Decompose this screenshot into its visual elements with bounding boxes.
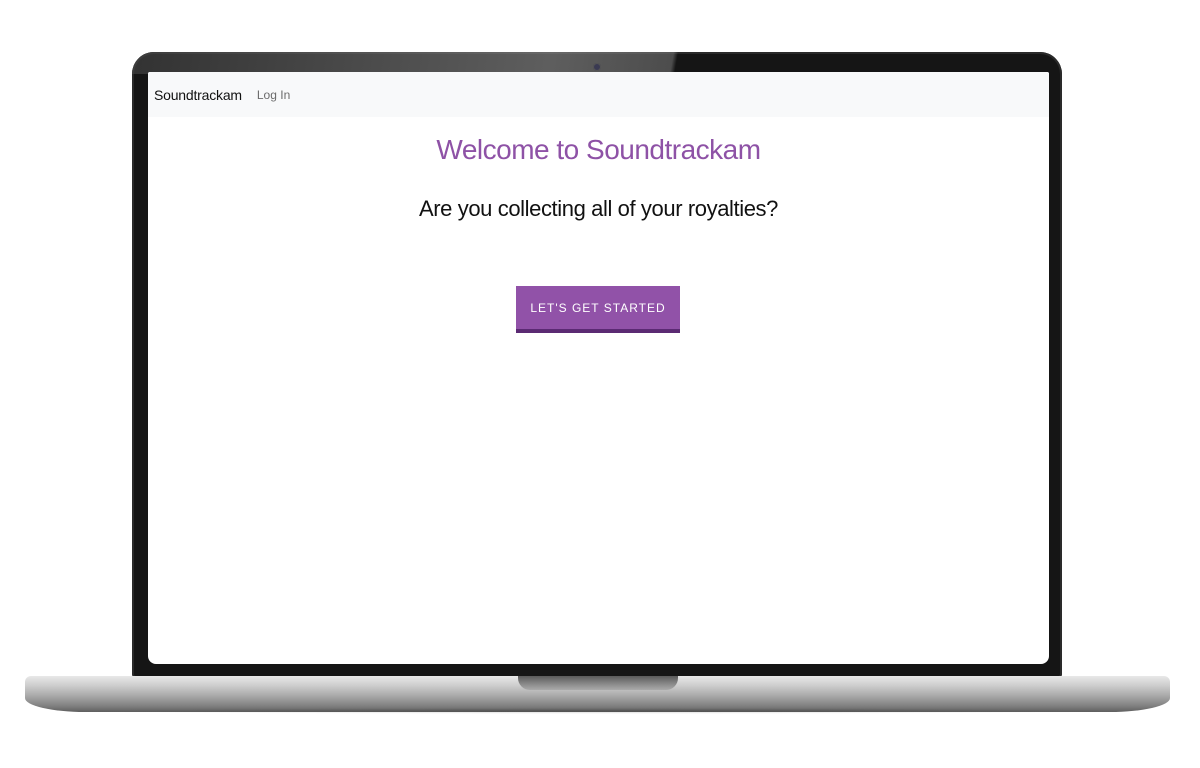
login-link[interactable]: Log In xyxy=(257,88,290,102)
page-title: Welcome to Soundtrackam xyxy=(436,134,761,165)
page-subtitle: Are you collecting all of your royalties… xyxy=(418,196,778,221)
laptop-screen: Soundtrackam Log In Welcome to Soundtrac… xyxy=(148,72,1049,664)
brand-link[interactable]: Soundtrackam xyxy=(154,87,242,103)
get-started-button[interactable]: LET'S GET STARTED xyxy=(516,286,680,333)
webcam-icon xyxy=(593,63,601,71)
laptop-base-notch xyxy=(518,676,678,690)
navbar: Soundtrackam Log In xyxy=(148,72,1049,117)
laptop-shadow xyxy=(60,708,1135,714)
